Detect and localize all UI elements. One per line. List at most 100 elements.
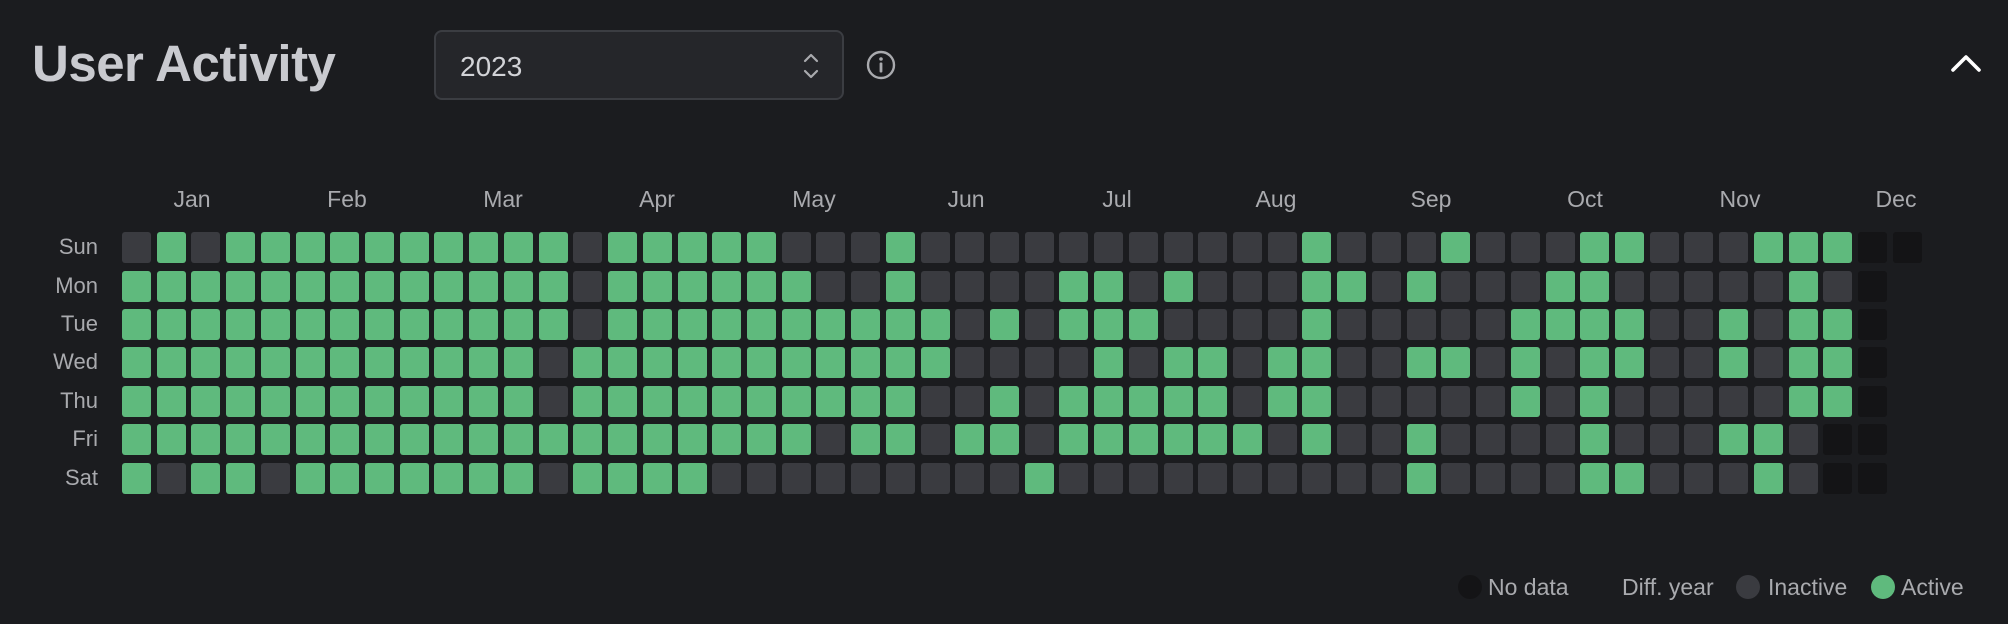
activity-cell-active (330, 271, 359, 302)
month-label: Aug (1255, 186, 1297, 212)
activity-cell-active (296, 271, 325, 302)
legend-active-dot (1871, 575, 1895, 599)
activity-cell-active (226, 309, 255, 340)
activity-cell-inactive (1337, 347, 1366, 378)
activity-cell-inactive (1372, 424, 1401, 455)
activity-cell-inactive (1650, 347, 1679, 378)
activity-cell-inactive (816, 424, 845, 455)
activity-cell-active (1129, 424, 1158, 455)
activity-cell-inactive (1754, 309, 1783, 340)
activity-cell-active (296, 424, 325, 455)
activity-cell-active (1302, 386, 1331, 417)
activity-cell-active (1094, 424, 1123, 455)
activity-cell-active (469, 309, 498, 340)
activity-cell-active (261, 271, 290, 302)
activity-cell-active (191, 463, 220, 494)
activity-cell-active (157, 232, 186, 263)
activity-cell-inactive (1476, 463, 1505, 494)
activity-cell-active (747, 271, 776, 302)
activity-cell-active (573, 347, 602, 378)
activity-cell-active (1164, 386, 1193, 417)
activity-cell-inactive (1059, 347, 1088, 378)
activity-cell-active (747, 232, 776, 263)
activity-cell-active (122, 463, 151, 494)
activity-cell-inactive (1198, 271, 1227, 302)
month-label: Mar (483, 186, 523, 212)
chevron-up-icon[interactable] (1948, 48, 1984, 78)
activity-cell-active (261, 424, 290, 455)
legend-active-label: Active (1901, 574, 1964, 600)
activity-cell-active (851, 424, 880, 455)
activity-cell-active (1823, 232, 1852, 263)
activity-cell-active (712, 424, 741, 455)
activity-cell-inactive (1754, 347, 1783, 378)
activity-cell-active (539, 232, 568, 263)
activity-cell-inactive (1372, 309, 1401, 340)
activity-cell-inactive (1094, 463, 1123, 494)
activity-cell-active (1823, 309, 1852, 340)
month-label: Jan (173, 186, 211, 212)
activity-cell-inactive (1684, 424, 1713, 455)
activity-cell-inactive (1025, 386, 1054, 417)
activity-cell-inactive (816, 232, 845, 263)
activity-cell-inactive (816, 463, 845, 494)
activity-cell-active (365, 347, 394, 378)
activity-cell-active (1580, 424, 1609, 455)
activity-cell-active (782, 309, 811, 340)
activity-cell-active (1615, 232, 1644, 263)
activity-cell-active (191, 386, 220, 417)
activity-cell-active (261, 386, 290, 417)
activity-cell-active (608, 271, 637, 302)
activity-cell-no-data (1823, 424, 1852, 455)
activity-cell-active (157, 347, 186, 378)
month-label: Dec (1875, 186, 1917, 212)
activity-cell-active (678, 309, 707, 340)
activity-cell-active (990, 386, 1019, 417)
activity-cell-inactive (921, 271, 950, 302)
activity-cell-inactive (1476, 309, 1505, 340)
activity-cell-inactive (1546, 463, 1575, 494)
day-label: Sun (58, 234, 98, 259)
activity-cell-inactive (955, 347, 984, 378)
activity-cell-inactive (1511, 463, 1540, 494)
activity-cell-inactive (955, 271, 984, 302)
activity-cell-active (1302, 232, 1331, 263)
month-label: May (792, 186, 836, 212)
activity-cell-inactive (1719, 271, 1748, 302)
activity-cell-inactive (1337, 463, 1366, 494)
activity-cell-inactive (1233, 232, 1262, 263)
activity-cell-inactive (1719, 386, 1748, 417)
info-icon[interactable] (866, 50, 896, 80)
activity-cell-inactive (1302, 463, 1331, 494)
activity-cell-active (1615, 347, 1644, 378)
activity-cell-active (608, 232, 637, 263)
activity-cell-inactive (955, 309, 984, 340)
activity-cell-active (1025, 463, 1054, 494)
activity-cell-active (504, 463, 533, 494)
activity-cell-active (886, 309, 915, 340)
activity-cell-inactive (1650, 386, 1679, 417)
activity-cell-inactive (1650, 309, 1679, 340)
activity-cell-inactive (712, 463, 741, 494)
activity-cell-active (261, 232, 290, 263)
activity-cell-inactive (1025, 309, 1054, 340)
activity-cell-active (573, 424, 602, 455)
activity-cell-active (191, 271, 220, 302)
activity-cell-active (122, 386, 151, 417)
activity-cell-active (191, 309, 220, 340)
year-select-value: 2023 (460, 51, 523, 82)
activity-cell-active (434, 347, 463, 378)
activity-cell-inactive (1441, 463, 1470, 494)
activity-cell-active (157, 309, 186, 340)
activity-cell-inactive (1025, 424, 1054, 455)
activity-cell-active (678, 232, 707, 263)
activity-cell-inactive (990, 232, 1019, 263)
activity-cell-active (816, 347, 845, 378)
activity-cell-active (330, 463, 359, 494)
activity-cell-active (678, 463, 707, 494)
activity-cell-active (1615, 309, 1644, 340)
year-select[interactable]: 2023 (434, 30, 844, 100)
activity-heatmap (122, 232, 1952, 498)
activity-cell-active (400, 309, 429, 340)
activity-cell-inactive (1511, 424, 1540, 455)
